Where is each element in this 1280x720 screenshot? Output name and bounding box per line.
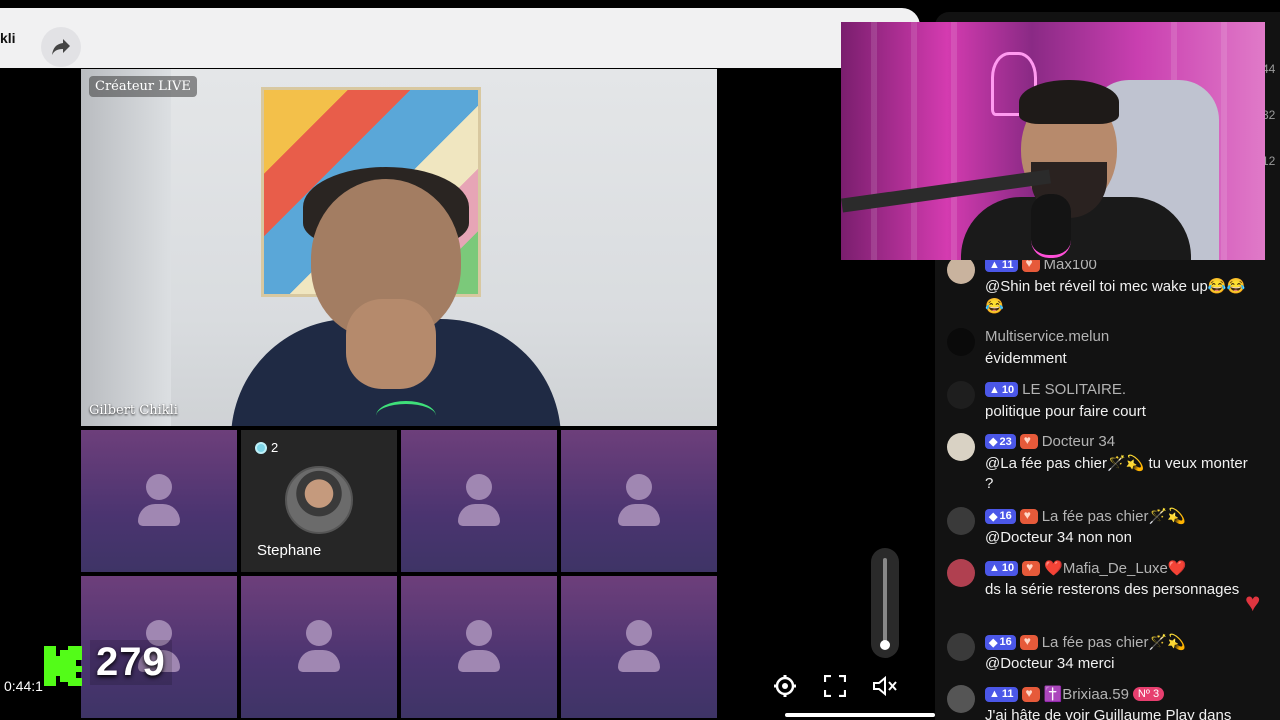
level-badge: ▲ 11	[985, 686, 1018, 702]
chat-username[interactable]: ❤️Mafia_De_Luxe❤️	[1044, 559, 1186, 577]
heart-icon	[1019, 508, 1038, 524]
chat-username[interactable]: Docteur 34	[1042, 433, 1115, 450]
mic-light	[376, 401, 436, 426]
avatar[interactable]	[947, 559, 975, 587]
speaker-muted-icon	[873, 675, 897, 697]
live-stream-screen: kli Créateur LIVE Gilbert Chikli 2 Steph…	[0, 0, 1280, 720]
guest-slot-stephane[interactable]: 2 Stephane	[241, 430, 397, 572]
user-placeholder-icon	[458, 620, 500, 676]
chat-username[interactable]: LE SOLITAIRE.	[1022, 381, 1126, 398]
user-placeholder-icon	[458, 474, 500, 530]
volume-slider[interactable]	[871, 548, 899, 658]
chat-username[interactable]: Max100	[1044, 260, 1097, 273]
chat-username[interactable]: ✝️Brixiaa.59	[1044, 685, 1129, 703]
chat-text: politique pour faire court	[985, 403, 1146, 420]
level-badge: ▲ 10	[985, 560, 1019, 576]
heart-icon	[1021, 686, 1040, 702]
fullscreen-icon	[824, 675, 846, 697]
share-arrow-icon	[52, 39, 70, 55]
heart-icon	[1021, 260, 1040, 272]
gear-icon	[774, 675, 796, 697]
user-placeholder-icon	[298, 620, 340, 676]
level-badge: ▲ 10	[985, 382, 1019, 397]
chat-text: évidemment	[985, 350, 1067, 367]
chat-username[interactable]: La fée pas chier🪄💫	[1042, 507, 1186, 525]
avatar[interactable]	[947, 260, 975, 284]
avatar	[285, 466, 353, 534]
chat-text: @Docteur 34 non non	[985, 529, 1132, 546]
share-button[interactable]	[41, 27, 81, 67]
guest-slot-empty[interactable]	[401, 430, 557, 572]
creator-username[interactable]: kli	[0, 30, 16, 46]
guest-grid: 2 Stephane	[81, 430, 717, 720]
guest-slot-empty[interactable]	[561, 576, 717, 718]
chat-username[interactable]: La fée pas chier🪄💫	[1042, 633, 1186, 651]
heart-icon	[1019, 433, 1038, 449]
avatar[interactable]	[947, 381, 975, 409]
chat-panel: ▲11 Max100 @Shin bet réveil toi mec wake …	[935, 260, 1280, 720]
guest-name: Stephane	[257, 542, 322, 559]
stream-progress-bar[interactable]	[785, 713, 935, 717]
mute-button[interactable]	[869, 670, 901, 702]
settings-button[interactable]	[769, 670, 801, 702]
guest-slot-empty[interactable]	[81, 430, 237, 572]
viewer-count: 279	[90, 640, 172, 685]
avatar[interactable]	[947, 633, 975, 661]
diamond-icon	[255, 441, 267, 454]
level-badge: ◆ 16	[985, 508, 1016, 524]
fullscreen-button[interactable]	[819, 670, 851, 702]
volume-thumb[interactable]	[880, 640, 890, 650]
chat-text: @Docteur 34 merci	[985, 655, 1115, 672]
guest-slot-empty[interactable]	[401, 576, 557, 718]
avatar[interactable]	[947, 433, 975, 461]
avatar[interactable]	[947, 685, 975, 713]
microphone	[1031, 194, 1071, 258]
host-video[interactable]: Créateur LIVE Gilbert Chikli	[81, 69, 717, 426]
guest-slot-empty[interactable]	[561, 430, 717, 572]
level-badge: ◆ 23	[985, 434, 1016, 449]
user-placeholder-icon	[138, 474, 180, 530]
user-placeholder-icon	[618, 620, 660, 676]
host-name-label: Gilbert Chikli	[89, 403, 178, 418]
streamer-webcam	[841, 22, 1265, 260]
chat-text: J'ai hâte de voir Guillaume Play dans	[985, 707, 1232, 720]
chat-text: @La fée pas chier🪄💫 tu veux monter ?	[985, 455, 1248, 492]
host-figure	[231, 167, 561, 426]
creator-live-badge: Créateur LIVE	[89, 76, 197, 97]
user-placeholder-icon	[618, 474, 660, 530]
chat-text: @Shin bet réveil toi mec wake up😂😂😂	[985, 278, 1246, 315]
guest-gift-badge: 2	[255, 440, 278, 455]
chat-text: ds la série resterons des personnages	[985, 581, 1240, 598]
floating-heart-icon: ♥	[1245, 587, 1261, 617]
rank-badge: Nº 3	[1132, 687, 1165, 701]
level-badge: ▲ 11	[985, 260, 1018, 272]
top-bar: kli	[0, 8, 920, 68]
avatar[interactable]	[947, 328, 975, 356]
chat-username[interactable]: Multiservice.melun	[985, 328, 1109, 345]
stream-timestamp: 0:44:1	[4, 678, 43, 694]
avatar[interactable]	[947, 507, 975, 535]
heart-icon	[1022, 560, 1041, 576]
video-background	[81, 69, 171, 426]
level-badge: ◆ 16	[985, 634, 1016, 650]
kick-logo-icon	[44, 646, 82, 686]
heart-icon	[1019, 634, 1038, 650]
guest-slot-empty[interactable]	[241, 576, 397, 718]
